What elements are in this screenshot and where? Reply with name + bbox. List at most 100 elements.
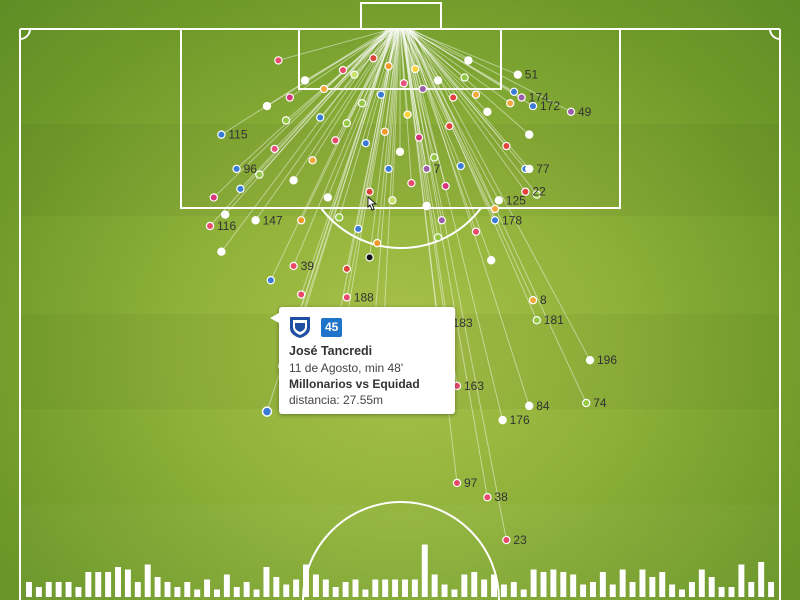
- shot-point[interactable]: [422, 164, 431, 174]
- shot-point[interactable]: [285, 93, 294, 102]
- shot-point[interactable]: [433, 76, 443, 85]
- shot-point[interactable]: [582, 398, 591, 408]
- shot-point[interactable]: [509, 87, 519, 97]
- shot-point[interactable]: [297, 216, 306, 225]
- shot-point[interactable]: [456, 161, 465, 171]
- shot-point[interactable]: [289, 261, 298, 271]
- shot-point[interactable]: [266, 276, 275, 285]
- shot-point[interactable]: [297, 290, 306, 299]
- shot-point[interactable]: [319, 84, 329, 94]
- shot-point[interactable]: [532, 316, 542, 325]
- shot-point[interactable]: [217, 130, 226, 139]
- shot-point[interactable]: [513, 70, 523, 79]
- shot-point[interactable]: [365, 253, 374, 262]
- shot-point[interactable]: [205, 221, 215, 231]
- shot-point[interactable]: [525, 130, 534, 139]
- shot-point[interactable]: [251, 216, 260, 225]
- shot-number-label: 196: [597, 353, 617, 367]
- shot-point[interactable]: [445, 121, 454, 131]
- shot-point[interactable]: [464, 56, 473, 65]
- shot-point[interactable]: [452, 478, 462, 488]
- shot-point[interactable]: [270, 144, 279, 154]
- shot-point[interactable]: [262, 101, 272, 111]
- shot-point[interactable]: [433, 233, 443, 242]
- shot-point[interactable]: [232, 164, 241, 174]
- shot-point[interactable]: [384, 61, 393, 71]
- shot-tooltip: 45 José Tancredi 11 de Agosto, min 48' M…: [270, 307, 455, 414]
- shot-point[interactable]: [490, 216, 500, 225]
- shot-point[interactable]: [361, 138, 370, 148]
- shot-point[interactable]: [281, 116, 291, 125]
- shot-point[interactable]: [274, 56, 283, 65]
- shot-point[interactable]: [384, 164, 393, 174]
- shot-point[interactable]: [517, 93, 526, 102]
- shot-point[interactable]: [399, 79, 408, 88]
- shot-point[interactable]: [449, 93, 458, 102]
- histogram-bar: [688, 582, 695, 597]
- shot-point[interactable]: [528, 296, 538, 305]
- shot-point[interactable]: [323, 193, 332, 202]
- histogram-bar: [758, 562, 765, 597]
- shot-point[interactable]: [487, 256, 496, 265]
- shot-point[interactable]: [418, 84, 427, 94]
- shot-point[interactable]: [342, 293, 351, 302]
- shot-point[interactable]: [395, 147, 405, 156]
- shot-point[interactable]: [388, 196, 397, 205]
- shot-point[interactable]: [316, 113, 325, 122]
- shot-point[interactable]: [494, 196, 503, 205]
- shot-number-label: 163: [464, 379, 484, 393]
- shot-point[interactable]: [506, 99, 515, 108]
- shot-point[interactable]: [338, 65, 348, 75]
- shot-point[interactable]: [380, 127, 389, 136]
- shot-point[interactable]: [525, 401, 534, 411]
- shot-point[interactable]: [217, 247, 226, 256]
- histogram-bar: [639, 569, 646, 597]
- shot-point[interactable]: [483, 493, 492, 502]
- shot-point[interactable]: [566, 107, 576, 116]
- shot-point[interactable]: [350, 70, 359, 79]
- shot-point[interactable]: [403, 110, 412, 119]
- shot-point[interactable]: [411, 64, 420, 74]
- shot-point[interactable]: [407, 178, 416, 188]
- histogram-bar: [303, 564, 309, 597]
- shot-point[interactable]: [357, 99, 367, 108]
- shot-point[interactable]: [483, 107, 492, 116]
- shot-point[interactable]: [441, 181, 450, 191]
- shot-point[interactable]: [335, 213, 344, 222]
- shot-point[interactable]: [430, 153, 439, 162]
- shot-point[interactable]: [209, 193, 218, 202]
- shot-point[interactable]: [365, 187, 374, 196]
- shot-point[interactable]: [220, 210, 230, 219]
- histogram-bar: [728, 587, 735, 597]
- shot-point[interactable]: [342, 119, 351, 128]
- shot-point[interactable]: [300, 76, 310, 85]
- shot-point[interactable]: [331, 136, 340, 145]
- shot-number-label: 22: [532, 185, 546, 199]
- shot-point[interactable]: [525, 164, 534, 174]
- shot-point[interactable]: [236, 184, 245, 194]
- shot-point[interactable]: [373, 238, 382, 248]
- shot-point[interactable]: [369, 53, 378, 63]
- histogram-bar: [105, 572, 112, 597]
- match-name: Millonarios vs Equidad: [289, 377, 420, 391]
- shot-point[interactable]: [585, 355, 595, 365]
- shot-point[interactable]: [289, 176, 298, 185]
- shot-point[interactable]: [437, 216, 446, 225]
- shot-point[interactable]: [342, 264, 351, 274]
- shot-point[interactable]: [460, 73, 469, 82]
- shot-number-label: 96: [244, 162, 258, 176]
- histogram-bar: [312, 574, 319, 597]
- shot-point[interactable]: [471, 227, 481, 236]
- shot-point[interactable]: [414, 133, 424, 142]
- histogram-bar: [411, 579, 418, 597]
- selected-shot-point[interactable]: [261, 406, 273, 417]
- shot-point[interactable]: [498, 415, 507, 425]
- shot-point[interactable]: [471, 90, 481, 99]
- shot-point[interactable]: [502, 535, 511, 545]
- shot-point[interactable]: [376, 90, 386, 99]
- shot-point[interactable]: [422, 201, 431, 211]
- shot-point[interactable]: [308, 156, 317, 165]
- shot-point[interactable]: [502, 141, 511, 151]
- shot-point[interactable]: [490, 204, 500, 214]
- shot-point[interactable]: [354, 224, 363, 234]
